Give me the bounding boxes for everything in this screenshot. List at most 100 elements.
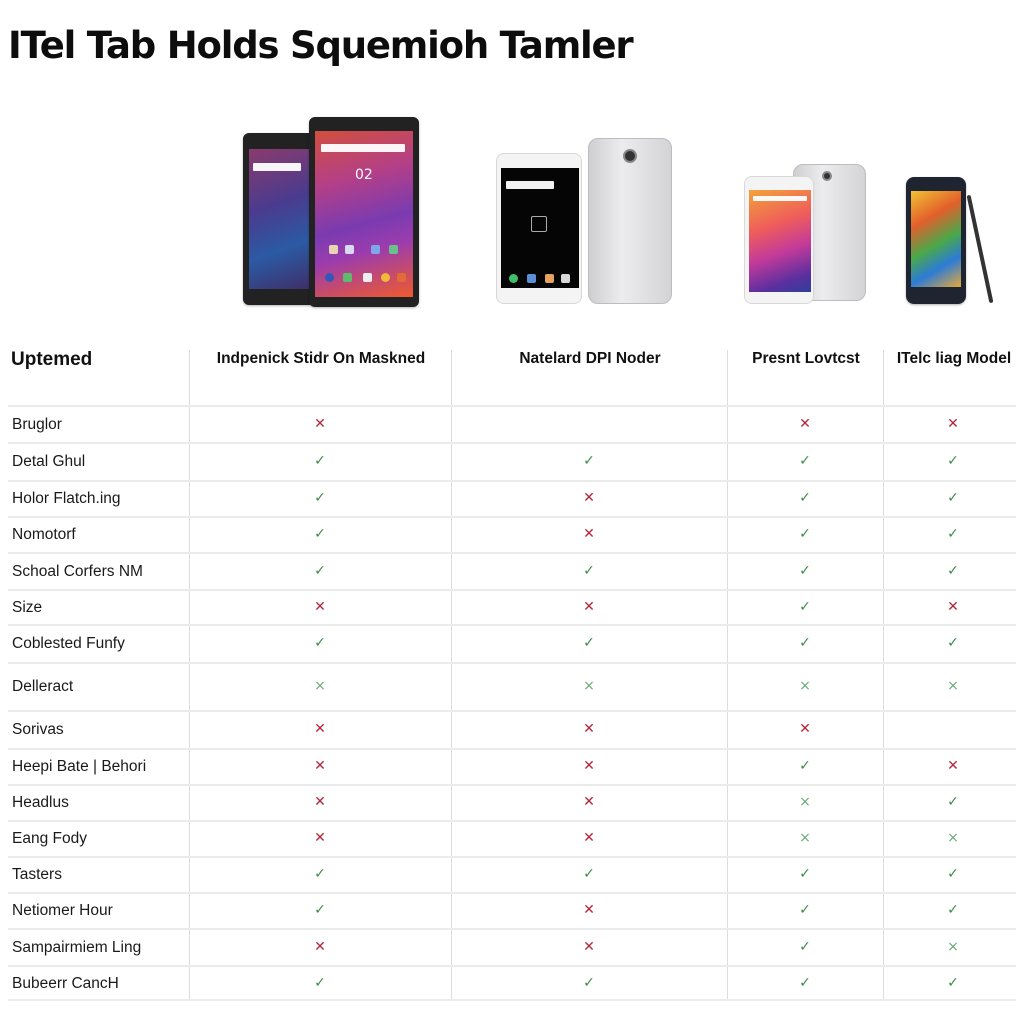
column-header-2: Natelard DPI Noder [519,350,661,367]
table-row: Coblested Funfy ✓ ✓ ✓ ✓ [8,624,1016,662]
check-icon: ✓ [314,526,326,542]
check-icon: ✓ [799,866,811,882]
check-icon: ✓ [314,866,326,882]
column-header-3: Presnt Lovtcst [752,350,860,367]
tablet-clock: 02 [355,167,373,183]
page-title: ITel Tab Holds Squemioh Tamler [8,24,634,67]
phone-back-icon [588,138,672,304]
partial-cross-icon: × [799,794,811,810]
check-icon: ✓ [583,562,595,579]
cross-icon: ✕ [583,830,595,846]
column-header-4: ITelc liag Model [896,350,1012,367]
check-icon: ✓ [947,562,959,579]
table-row: Heepi Bate | Behori ✕ ✕ ✓ ✕ [8,748,1016,784]
check-icon: ✓ [314,902,326,918]
cross-icon: ✕ [314,938,326,955]
check-icon: ✓ [947,490,959,506]
table-row: Bubeerr CancH ✓ ✓ ✓ ✓ [8,965,1016,1000]
check-icon: ✓ [799,490,811,506]
check-icon: ✓ [799,526,811,542]
phone-dark-icon [906,177,966,304]
row-label: Heepi Bate | Behori [12,758,147,775]
table-row: Nomotorf ✓ ✕ ✓ ✓ [8,516,1016,552]
row-label: Detal Ghul [12,453,86,470]
table-row: Bruglor ✕ ✕ ✕ [8,405,1016,442]
check-icon: ✓ [799,758,811,774]
check-icon: ✓ [947,453,959,469]
table-row: Schoal Corfers NM ✓ ✓ ✓ ✓ [8,552,1016,589]
table-row: Delleract × × × × [8,662,1016,710]
check-icon: ✓ [799,598,811,615]
row-label: Tasters [12,866,62,883]
check-icon: ✓ [799,453,811,469]
row-label: Headlus [12,794,69,811]
partial-cross-icon: × [947,678,959,694]
cross-icon: ✕ [583,721,595,737]
phone-front-icon [744,176,814,304]
table-row: Eang Fody ✕ ✕ × × [8,820,1016,856]
check-icon: ✓ [314,635,326,651]
cross-icon: ✕ [314,598,326,615]
cross-icon: ✕ [583,526,595,542]
check-icon: ✓ [799,938,811,955]
cross-icon: ✕ [583,794,595,810]
cross-icon: ✕ [583,758,595,774]
cross-icon: ✕ [799,721,811,737]
cross-icon: ✕ [799,415,811,432]
table-row: Sampairmiem Ling ✕ ✕ ✓ × [8,928,1016,965]
cross-icon: ✕ [583,490,595,506]
cross-icon: ✕ [314,721,326,737]
check-icon: ✓ [799,902,811,918]
check-icon: ✓ [947,635,959,651]
check-icon: ✓ [583,974,595,991]
column-header-1: Indpenick Stidr On Maskned [216,350,426,367]
row-label: Sampairmiem Ling [12,938,142,956]
partial-cross-icon: × [583,678,595,694]
cross-icon: ✕ [583,598,595,615]
partial-cross-icon: × [947,830,959,846]
row-label: Eang Fody [12,830,87,847]
check-icon: ✓ [947,866,959,882]
partial-cross-icon: × [314,678,326,694]
cross-icon: ✕ [314,758,326,774]
partial-cross-icon: × [947,938,959,955]
row-label: Delleract [12,678,74,695]
check-icon: ✓ [947,526,959,542]
partial-cross-icon: × [799,830,811,846]
row-label: Bubeerr CancH [12,974,119,992]
cross-icon: ✕ [947,598,959,615]
row-label: Bruglor [12,415,62,433]
table-row: Size ✕ ✕ ✓ ✕ [8,589,1016,624]
cross-icon: ✕ [583,938,595,955]
check-icon: ✓ [947,794,959,810]
check-icon: ✓ [314,490,326,506]
row-label: Size [12,598,43,616]
table-row: Sorivas ✕ ✕ ✕ [8,710,1016,748]
check-icon: ✓ [799,562,811,579]
cross-icon: ✕ [314,415,326,432]
tablet-back-icon [243,133,315,305]
check-icon: ✓ [314,453,326,469]
check-icon: ✓ [799,635,811,651]
check-icon: ✓ [583,635,595,651]
tablet-front-icon: 02 [309,117,419,307]
phone-front-icon [496,153,582,304]
row-label: Coblested Funfy [12,635,125,652]
check-icon: ✓ [314,974,326,991]
row-label: Schoal Corfers NM [12,562,143,580]
partial-cross-icon: × [799,678,811,694]
row-label: Holor Flatch.ing [12,490,121,507]
cross-icon: ✕ [314,794,326,810]
corner-header: Uptemed [11,349,93,370]
table-bottom-border [8,999,1016,1001]
table-row: Tasters ✓ ✓ ✓ ✓ [8,856,1016,892]
check-icon: ✓ [947,902,959,918]
table-row: Holor Flatch.ing ✓ ✕ ✓ ✓ [8,480,1016,516]
row-label: Nomotorf [12,526,76,543]
row-label: Sorivas [12,721,64,738]
cross-icon: ✕ [947,758,959,774]
check-icon: ✓ [314,562,326,579]
table-row: Headlus ✕ ✕ × ✓ [8,784,1016,820]
row-label: Netiomer Hour [12,902,113,919]
check-icon: ✓ [799,974,811,991]
